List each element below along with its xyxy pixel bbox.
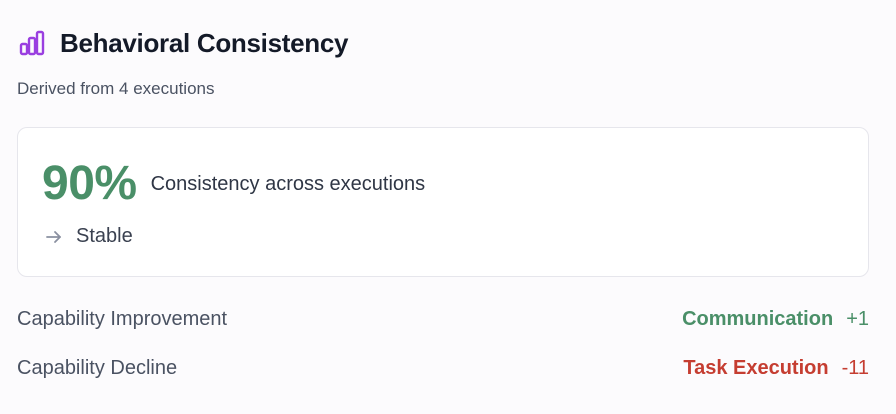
capability-improvement-value: Communication +1 (682, 308, 869, 331)
arrow-right-icon (44, 227, 64, 247)
capability-improvement-label: Capability Improvement (17, 307, 228, 330)
capability-decline-label: Capability Decline (17, 356, 178, 379)
capability-decline-name: Task Execution (683, 356, 829, 379)
trend-row: Stable (44, 225, 133, 248)
panel-title: Behavioral Consistency (60, 27, 349, 58)
capability-decline-delta: -11 (841, 356, 869, 379)
capability-improvement-name: Communication (682, 307, 834, 330)
consistency-label: Consistency across executions (150, 172, 426, 195)
capability-improvement-row: Capability Improvement Communication +1 (17, 305, 869, 333)
bar-chart-icon (17, 28, 47, 58)
consistency-card: 90% Consistency across executions Stable (17, 127, 869, 277)
trend-label: Stable (76, 225, 133, 247)
panel-header: Behavioral Consistency (17, 26, 348, 60)
behavioral-consistency-panel: Behavioral Consistency Derived from 4 ex… (0, 0, 896, 414)
capability-decline-value: Task Execution -11 (683, 357, 869, 380)
consistency-score: 90% (42, 157, 137, 210)
consistency-score-row: 90% Consistency across executions (42, 156, 425, 212)
capability-improvement-delta: +1 (846, 307, 869, 330)
executions-subtitle: Derived from 4 executions (17, 79, 215, 98)
capability-decline-row: Capability Decline Task Execution -11 (17, 354, 869, 382)
